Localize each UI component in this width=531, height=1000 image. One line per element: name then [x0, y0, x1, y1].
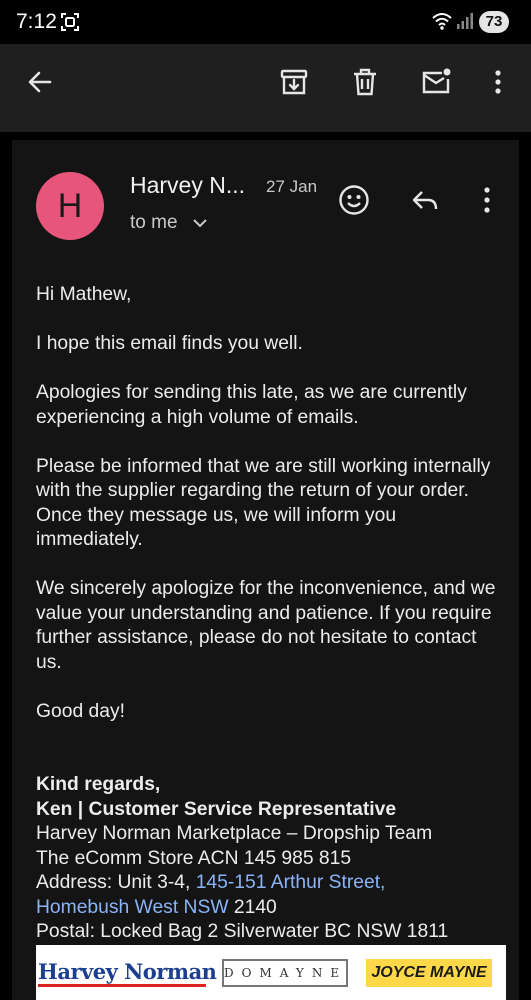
sender-avatar[interactable]: H [36, 172, 104, 240]
email-card: H Harvey N... 27 Jan to me Hi Mathew, I … [12, 140, 519, 1000]
trash-icon[interactable] [349, 66, 381, 98]
sender-name[interactable]: Harvey N... [130, 172, 245, 199]
status-time: 7:12 [16, 10, 57, 33]
more-vert-icon[interactable] [470, 183, 504, 217]
chevron-down-icon[interactable] [192, 216, 208, 230]
signature: Kind regards, Ken | Customer Service Rep… [36, 773, 506, 945]
signature-team: Harvey Norman Marketplace – Dropship Tea… [36, 823, 433, 844]
email-date: 27 Jan [266, 177, 318, 196]
app-bar [0, 44, 531, 132]
body-paragraph: I hope this email finds you well. [36, 333, 303, 354]
reply-icon[interactable] [408, 183, 442, 217]
signature-address-line2: Homebush West NSW 2140 [36, 896, 506, 921]
body-paragraph: We sincerely apologize for the inconveni… [36, 578, 496, 673]
domayne-logo: DOMAYNE [222, 959, 348, 987]
screenshot-icon [61, 13, 79, 31]
recipient-label[interactable]: to me [130, 212, 178, 234]
signature-name: Ken | Customer Service Representative [36, 798, 397, 820]
logo-underline [38, 984, 206, 987]
joyce-mayne-logo: JOYCE MAYNE [366, 959, 492, 987]
address-postcode: 2140 [228, 896, 277, 918]
emoji-reaction-icon[interactable] [337, 183, 371, 217]
archive-icon[interactable] [278, 66, 310, 98]
status-bar: 7:12 73 [0, 0, 531, 44]
address-prefix: Address: Unit 3-4, [36, 872, 196, 893]
email-body: Hi Mathew, I hope this email finds you w… [36, 283, 506, 945]
body-paragraph: Good day! [36, 700, 125, 722]
arrow-left-icon[interactable] [24, 66, 56, 98]
signature-postal: Postal: Locked Bag 2 Silverwater BC NSW … [36, 921, 449, 942]
brand-logos-banner: Harvey Norman DOMAYNE JOYCE MAYNE [36, 945, 506, 1000]
harvey-norman-logo: Harvey Norman [38, 959, 217, 984]
battery-indicator: 73 [479, 11, 509, 33]
body-paragraph: Please be informed that we are still wor… [36, 455, 491, 551]
signature-regards: Kind regards, [36, 774, 161, 795]
body-paragraph: Apologies for sending this late, as we a… [36, 382, 467, 428]
address-link[interactable]: 145-151 Arthur Street, [196, 872, 386, 893]
mail-unread-icon[interactable] [420, 66, 452, 98]
more-vert-icon[interactable] [482, 66, 514, 98]
signature-address: Address: Unit 3-4, 145-151 Arthur Street… [36, 871, 506, 896]
address-link[interactable]: Homebush West NSW [36, 897, 229, 918]
greeting: Hi Mathew, [36, 284, 132, 305]
signature-company: The eComm Store ACN 145 985 815 [36, 847, 352, 869]
wifi-icon [432, 13, 452, 30]
signal-icon [457, 13, 473, 29]
